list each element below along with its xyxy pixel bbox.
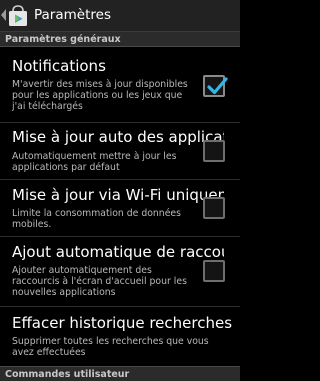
checkmark-icon bbox=[207, 77, 228, 95]
section-header-general: Paramètres généraux bbox=[0, 32, 240, 47]
pref-row-wifi-only[interactable]: Mise à jour via Wi-Fi uniquement Limite … bbox=[0, 180, 240, 237]
section-header-user: Commandes utilisateur bbox=[0, 366, 240, 381]
pref-row-auto-shortcuts[interactable]: Ajout automatique de raccourcis Ajouter … bbox=[0, 237, 240, 307]
page-title: Paramètres bbox=[34, 7, 111, 23]
pref-summary: Automatiquement mettre à jour les applic… bbox=[12, 151, 177, 173]
pref-row-clear-history[interactable]: Effacer historique recherches Supprimer … bbox=[0, 307, 240, 366]
pref-summary: Ajouter automatiquement des raccourcis à… bbox=[12, 265, 187, 298]
notifications-checkbox[interactable] bbox=[203, 75, 228, 97]
action-bar: Paramètres bbox=[0, 0, 240, 32]
pref-title: Ajout automatique de raccourcis bbox=[12, 243, 224, 261]
pref-title: Mise à jour auto des applications bbox=[12, 128, 224, 146]
pref-title: Notifications bbox=[12, 57, 106, 75]
pref-summary: Limite la consommation de données mobile… bbox=[12, 208, 181, 230]
pref-summary: Supprimer toutes les recherches que vous… bbox=[12, 336, 209, 358]
wifi-only-checkbox[interactable] bbox=[203, 197, 225, 219]
pref-title: Mise à jour via Wi-Fi uniquement bbox=[12, 186, 224, 204]
auto-shortcuts-checkbox[interactable] bbox=[203, 260, 225, 282]
settings-screen: Paramètres Paramètres généraux Notificat… bbox=[0, 0, 240, 381]
play-store-bag-icon[interactable] bbox=[6, 4, 30, 28]
pref-title: Effacer historique recherches bbox=[12, 314, 233, 332]
pref-row-notifications[interactable]: Notifications M'avertir des mises à jour… bbox=[0, 48, 240, 123]
pref-row-auto-update[interactable]: Mise à jour auto des applications Automa… bbox=[0, 123, 240, 180]
auto-update-checkbox[interactable] bbox=[203, 140, 225, 162]
pref-summary: M'avertir des mises à jour disponibles p… bbox=[12, 79, 188, 112]
